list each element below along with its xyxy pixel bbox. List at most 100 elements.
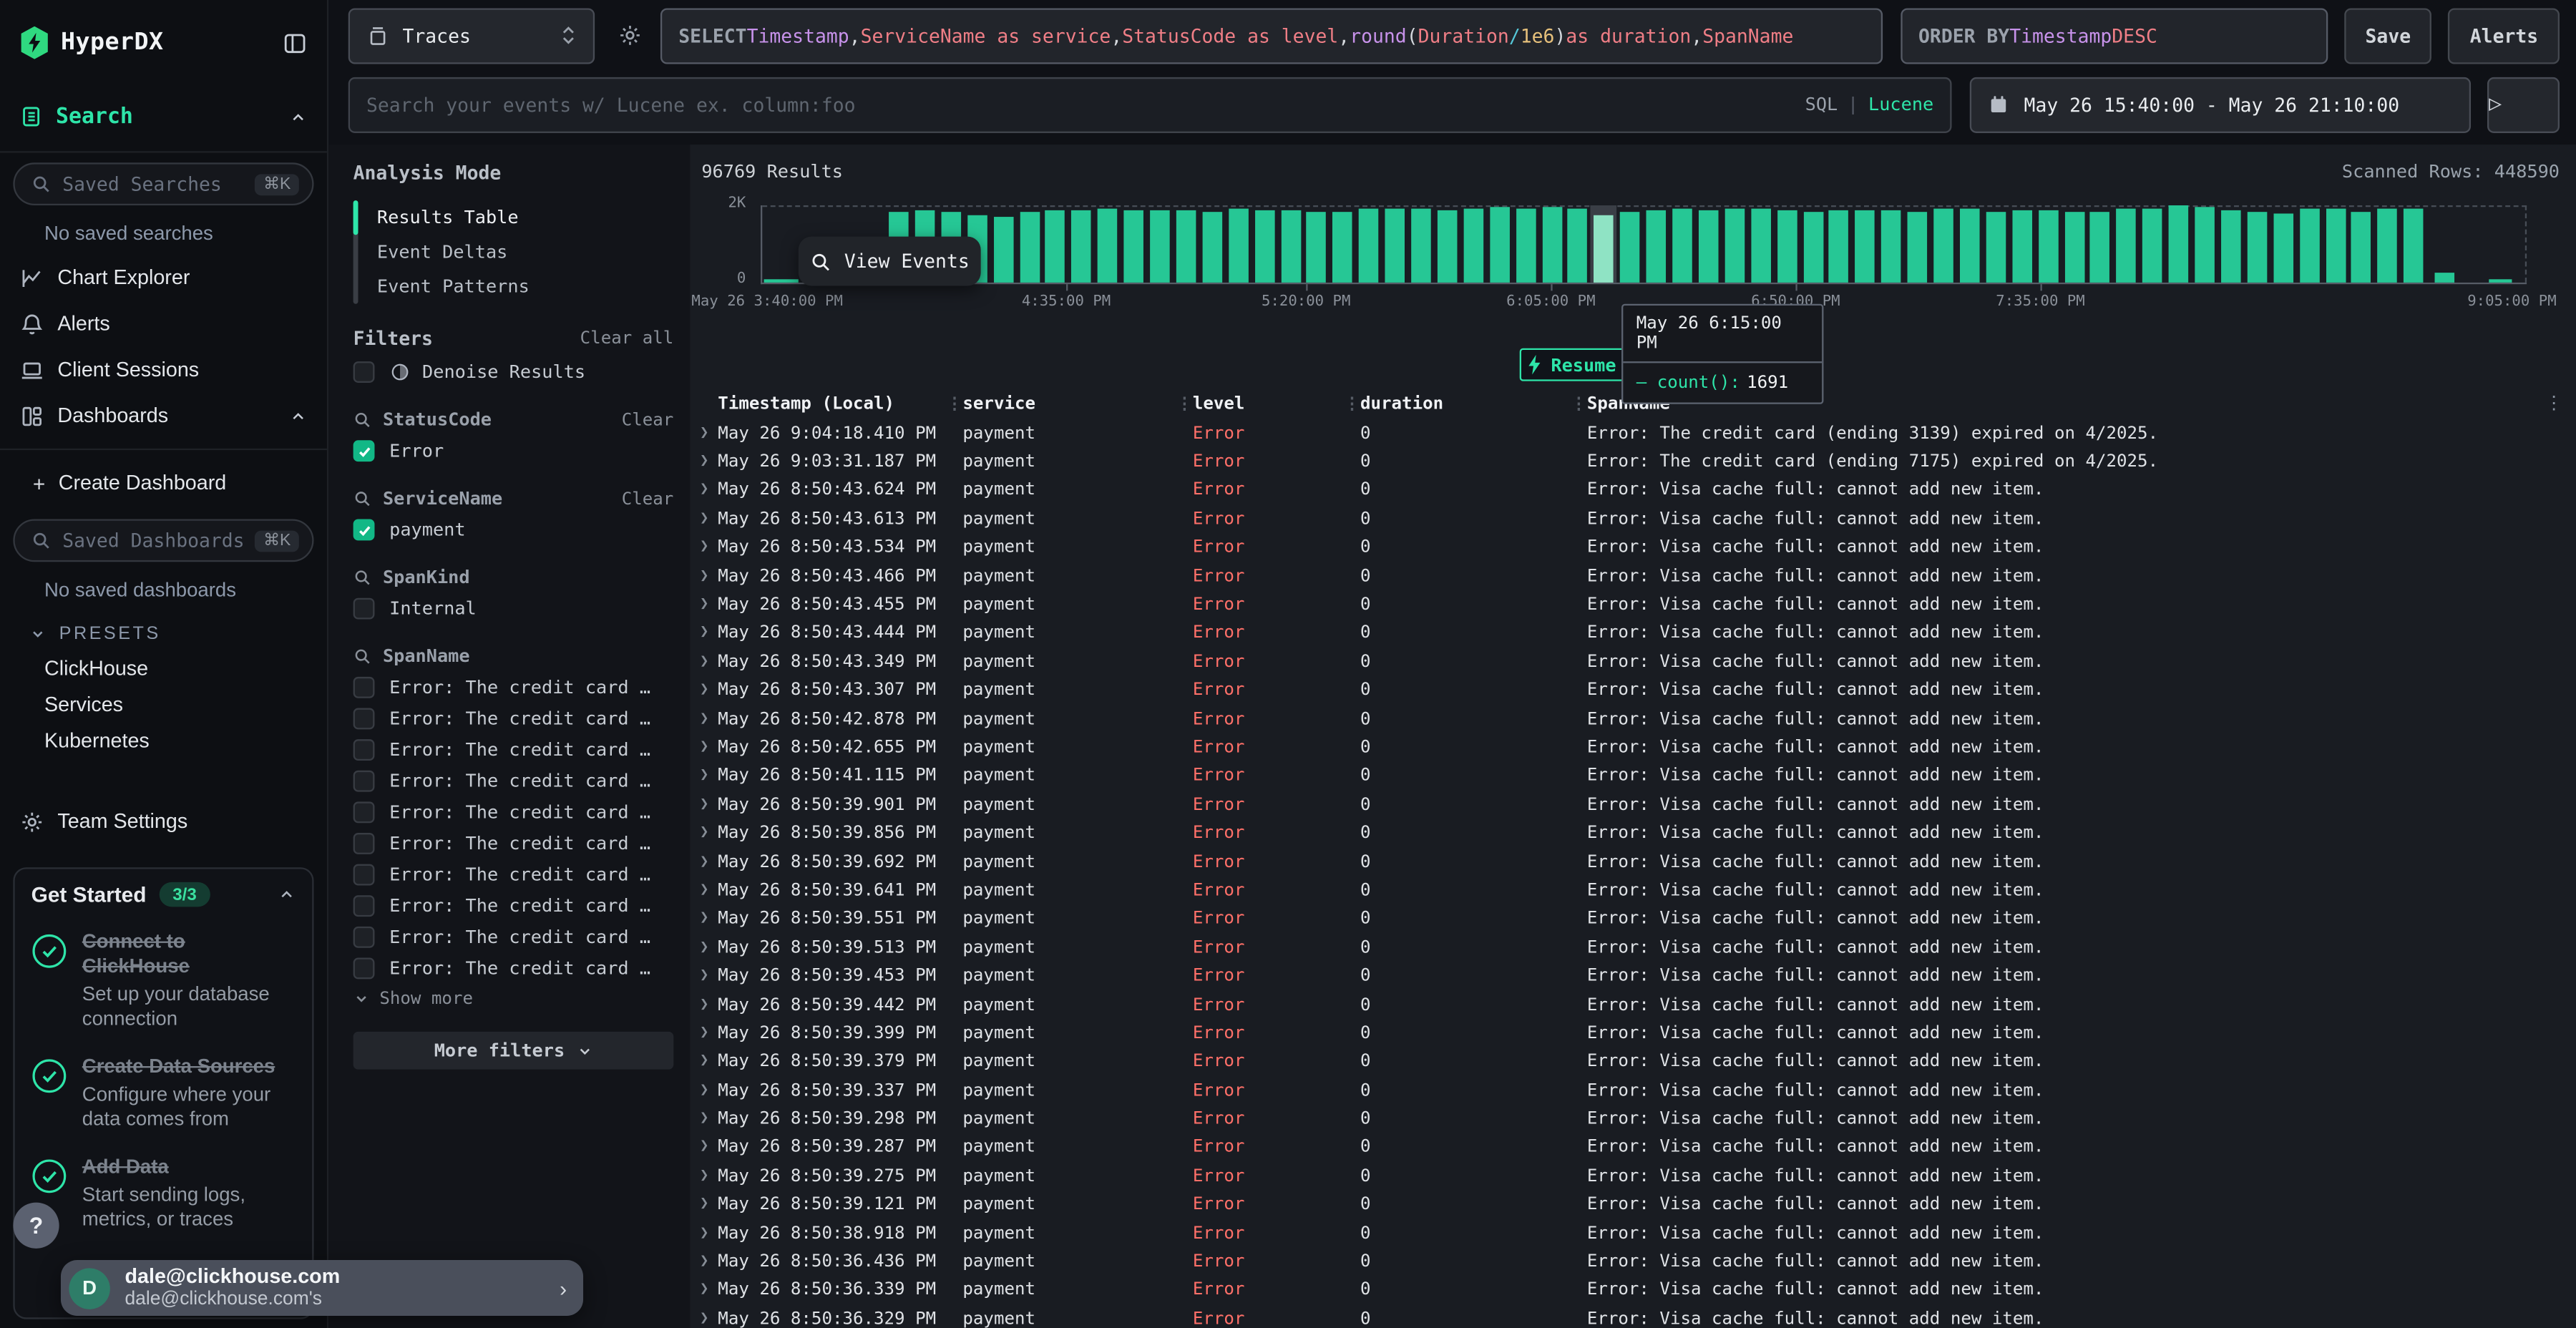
row-expand-chevron-icon[interactable]: ❯	[696, 454, 718, 470]
table-row[interactable]: ❯May 26 8:50:42.655 PMpaymentError0Error…	[696, 733, 2576, 762]
filter-option[interactable]: Error: The credit card …	[353, 895, 674, 917]
get-started-item[interactable]: Create Data SourcesConfigure where your …	[31, 1055, 296, 1132]
histogram-bar[interactable]	[1751, 209, 1771, 282]
histogram-bar[interactable]	[1933, 209, 1953, 282]
table-row[interactable]: ❯May 26 8:50:39.641 PMpaymentError0Error…	[696, 876, 2576, 904]
clear-all-button[interactable]: Clear all	[580, 328, 674, 348]
checkbox-unchecked[interactable]	[353, 677, 375, 698]
histogram-bar[interactable]	[1098, 209, 1118, 282]
column-resize-handle[interactable]: ⋮	[1571, 395, 1587, 413]
histogram-bar[interactable]	[1490, 207, 1510, 282]
histogram-bar[interactable]	[993, 217, 1013, 281]
row-expand-chevron-icon[interactable]: ❯	[696, 825, 718, 841]
histogram-bar[interactable]	[1045, 211, 1065, 282]
save-button[interactable]: Save	[2344, 7, 2432, 63]
table-row[interactable]: ❯May 26 8:50:43.444 PMpaymentError0Error…	[696, 619, 2576, 648]
show-more-button[interactable]: Show more	[353, 989, 674, 1009]
column-resize-handle[interactable]: ⋮	[1344, 395, 1360, 413]
table-row[interactable]: ❯May 26 8:50:43.307 PMpaymentError0Error…	[696, 676, 2576, 705]
preset-clickhouse[interactable]: ClickHouse	[0, 650, 327, 687]
sidebar-item-team-settings[interactable]: Team Settings	[0, 799, 327, 844]
collapse-sidebar-icon[interactable]	[283, 30, 307, 54]
query-language-toggle[interactable]: SQL|Lucene	[1805, 94, 1934, 115]
filter-option[interactable]: Error	[353, 440, 674, 462]
histogram-bar[interactable]	[1881, 210, 1901, 282]
table-row[interactable]: ❯May 26 8:50:39.692 PMpaymentError0Error…	[696, 847, 2576, 876]
histogram-bar[interactable]	[1516, 208, 1536, 281]
table-row[interactable]: ❯May 26 8:50:43.613 PMpaymentError0Error…	[696, 504, 2576, 533]
histogram-bar[interactable]	[2221, 210, 2241, 282]
presets-toggle[interactable]: PRESETS	[0, 611, 327, 650]
checkbox-unchecked[interactable]	[353, 598, 375, 620]
table-row[interactable]: ❯May 26 8:50:39.379 PMpaymentError0Error…	[696, 1048, 2576, 1076]
row-expand-chevron-icon[interactable]: ❯	[696, 482, 718, 499]
table-row[interactable]: ❯May 26 8:50:39.856 PMpaymentError0Error…	[696, 819, 2576, 847]
col-header-level[interactable]: level	[1193, 394, 1344, 414]
checkbox-unchecked[interactable]	[353, 739, 375, 761]
table-row[interactable]: ❯May 26 8:50:36.329 PMpaymentError0Error…	[696, 1304, 2576, 1328]
table-row[interactable]: ❯May 26 8:50:39.901 PMpaymentError0Error…	[696, 791, 2576, 819]
row-expand-chevron-icon[interactable]: ❯	[696, 739, 718, 756]
histogram-bar[interactable]	[1359, 209, 1379, 282]
row-expand-chevron-icon[interactable]: ❯	[696, 1110, 718, 1127]
histogram-bar[interactable]	[1699, 210, 1719, 282]
histogram-bar[interactable]	[2038, 211, 2058, 282]
filter-option[interactable]: Error: The credit card …	[353, 864, 674, 886]
sql-select-input[interactable]: SELECT Timestamp, ServiceName as service…	[660, 7, 1883, 63]
row-expand-chevron-icon[interactable]: ❯	[696, 1254, 718, 1270]
checkbox-unchecked[interactable]	[353, 801, 375, 823]
create-dashboard-button[interactable]: + Create Dashboard	[0, 460, 327, 506]
checkbox-unchecked[interactable]	[353, 895, 375, 917]
table-row[interactable]: ❯May 26 8:50:39.298 PMpaymentError0Error…	[696, 1105, 2576, 1133]
histogram-bar[interactable]	[2404, 209, 2424, 282]
row-expand-chevron-icon[interactable]: ❯	[696, 653, 718, 670]
row-expand-chevron-icon[interactable]: ❯	[696, 1082, 718, 1098]
histogram-bar[interactable]	[1855, 210, 1875, 282]
row-expand-chevron-icon[interactable]: ❯	[696, 939, 718, 956]
row-expand-chevron-icon[interactable]: ❯	[696, 540, 718, 556]
source-select[interactable]: Traces	[348, 7, 595, 63]
histogram-bar[interactable]	[1281, 211, 1301, 282]
table-row[interactable]: ❯May 26 8:50:39.337 PMpaymentError0Error…	[696, 1076, 2576, 1105]
row-expand-chevron-icon[interactable]: ❯	[696, 968, 718, 985]
histogram-bar[interactable]	[1724, 208, 1745, 281]
row-expand-chevron-icon[interactable]: ❯	[696, 511, 718, 527]
row-expand-chevron-icon[interactable]: ❯	[696, 711, 718, 727]
checkbox-unchecked[interactable]	[353, 864, 375, 886]
histogram-bar[interactable]	[1385, 208, 1405, 282]
histogram-bar[interactable]	[2195, 208, 2215, 282]
run-query-button[interactable]: ▷	[2487, 77, 2560, 132]
checkbox-unchecked[interactable]	[353, 927, 375, 948]
histogram-bar[interactable]	[2273, 214, 2293, 282]
filter-option[interactable]: Internal	[353, 598, 674, 620]
checkbox-unchecked[interactable]	[353, 361, 375, 383]
histogram-bar[interactable]	[2117, 209, 2137, 282]
row-expand-chevron-icon[interactable]: ❯	[696, 625, 718, 641]
histogram-bar[interactable]	[2326, 208, 2346, 281]
table-row[interactable]: ❯May 26 8:50:43.349 PMpaymentError0Error…	[696, 648, 2576, 676]
filter-option[interactable]: Error: The credit card …	[353, 771, 674, 792]
histogram-bar[interactable]	[1986, 211, 2006, 281]
histogram-bar[interactable]	[1124, 210, 1144, 281]
col-header-duration[interactable]: duration	[1360, 394, 1571, 414]
table-row[interactable]: ❯May 26 8:50:41.115 PMpaymentError0Error…	[696, 762, 2576, 791]
histogram-bar[interactable]	[1672, 209, 1692, 282]
row-expand-chevron-icon[interactable]: ❯	[696, 854, 718, 870]
search-input[interactable]: Search your events w/ Lucene ex. column:…	[348, 77, 1952, 132]
histogram-bar[interactable]	[1254, 210, 1274, 282]
histogram-bar[interactable]	[1411, 209, 1431, 282]
col-header-service[interactable]: service	[962, 394, 1176, 414]
clear-filter-button[interactable]: Clear	[622, 410, 674, 430]
histogram-bar[interactable]	[2435, 273, 2455, 282]
filter-option[interactable]: Error: The credit card …	[353, 833, 674, 854]
clear-filter-button[interactable]: Clear	[622, 489, 674, 509]
table-row[interactable]: ❯May 26 8:50:39.442 PMpaymentError0Error…	[696, 990, 2576, 1019]
table-row[interactable]: ❯May 26 8:50:39.287 PMpaymentError0Error…	[696, 1133, 2576, 1162]
saved-searches-input[interactable]: Saved Searches ⌘K	[13, 162, 313, 205]
sidebar-item-chart-explorer[interactable]: Chart Explorer	[0, 255, 327, 301]
get-started-item[interactable]: Connect to ClickHouseSet up your databas…	[31, 929, 296, 1031]
row-expand-chevron-icon[interactable]: ❯	[696, 1053, 718, 1070]
histogram-bar[interactable]	[1594, 215, 1614, 282]
table-row[interactable]: ❯May 26 8:50:42.878 PMpaymentError0Error…	[696, 705, 2576, 733]
row-expand-chevron-icon[interactable]: ❯	[696, 996, 718, 1012]
